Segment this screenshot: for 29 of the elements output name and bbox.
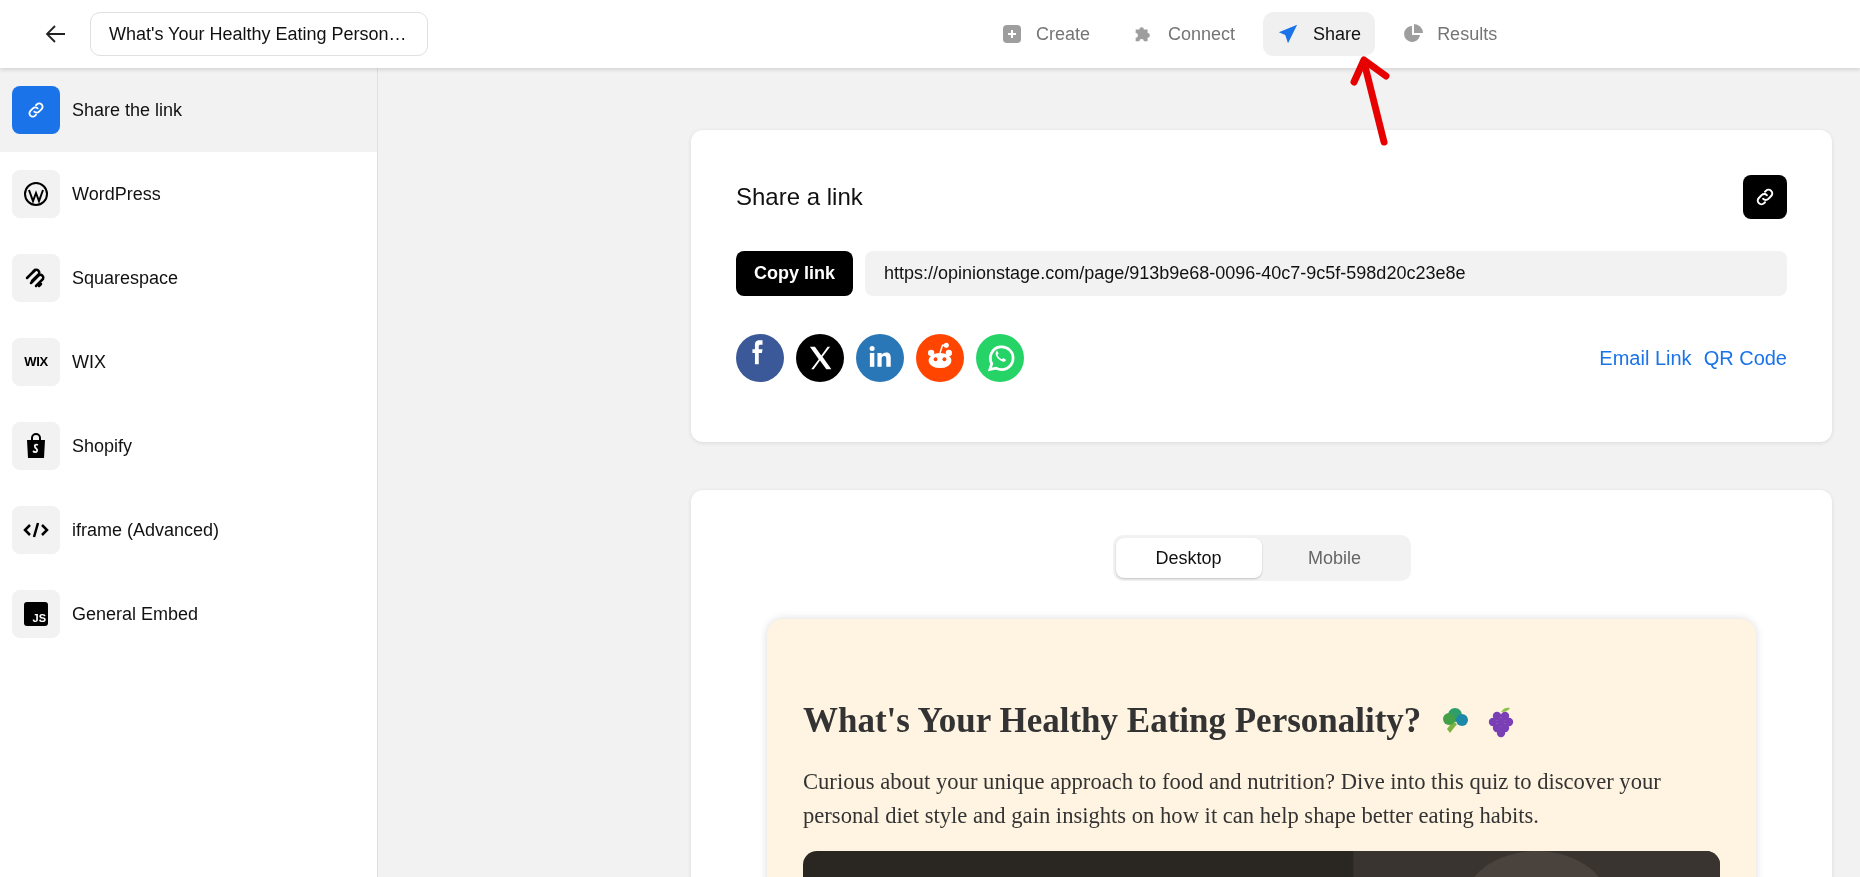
view-tab[interactable]: Desktop <box>1115 538 1262 578</box>
view-tab[interactable]: Mobile <box>1261 538 1408 578</box>
sidebar-item[interactable]: Share the link <box>0 68 377 152</box>
quiz-title: What's Your Healthy Eating Personality? <box>803 700 1422 742</box>
x-share-icon[interactable] <box>796 334 844 382</box>
url-field[interactable]: https://opinionstage.com/page/913b9e68-0096-40c7-9c5f-598d20c23e8e <box>865 251 1787 296</box>
pie-chart-icon <box>1403 24 1424 44</box>
linkedin-share-icon[interactable] <box>856 334 904 382</box>
wordpress-icon <box>23 181 49 207</box>
copy-link-button[interactable]: Copy link <box>736 251 853 296</box>
nav-tab[interactable]: Create <box>988 12 1105 56</box>
plus-square-icon <box>1002 24 1022 44</box>
nav-tab[interactable]: Share <box>1263 12 1376 56</box>
share-link[interactable]: QR Code <box>1703 343 1787 373</box>
wix-logo: WIX <box>24 353 48 372</box>
share-link[interactable]: Email Link <box>1599 343 1692 373</box>
back-arrow-icon[interactable] <box>45 23 67 45</box>
paper-plane-icon <box>1277 23 1300 45</box>
facebook-share-icon[interactable] <box>736 334 784 382</box>
nav-tab[interactable]: Connect <box>1118 12 1250 56</box>
title-field[interactable]: What's Your Healthy Eating Person… <box>90 12 428 56</box>
card-title: Share a link <box>736 182 863 212</box>
link-icon[interactable] <box>1743 175 1787 219</box>
nav-tab[interactable]: Results <box>1389 12 1512 56</box>
code-icon <box>23 520 49 540</box>
link-icon <box>26 100 46 120</box>
quiz-description: Curious about your unique approach to food and nutrition? Dive into this quiz to discover your personal diet style and gain insights on how it can help shape better eating habits. <box>803 767 1662 830</box>
js-logo: JS <box>24 602 48 626</box>
reddit-share-icon[interactable] <box>916 334 964 382</box>
